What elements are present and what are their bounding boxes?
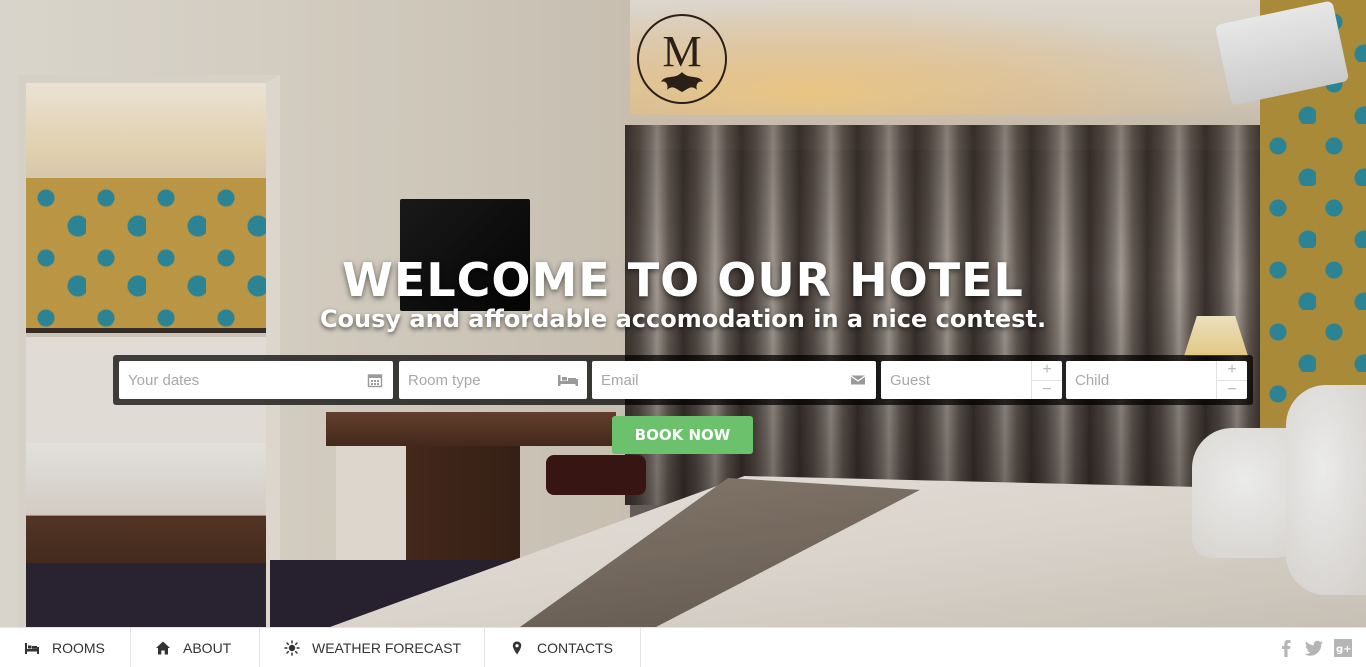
bed-icon: [558, 375, 578, 386]
dates-input[interactable]: [119, 361, 393, 399]
email-input[interactable]: [592, 361, 876, 399]
room-type-field: [399, 361, 587, 399]
sun-icon: [284, 640, 300, 656]
child-stepper: + −: [1216, 361, 1247, 399]
svg-text:g+: g+: [1336, 644, 1352, 655]
nav-item-about[interactable]: ABOUT: [131, 628, 260, 667]
nav-item-label: WEATHER FORECAST: [312, 640, 462, 656]
page-subtitle: Cousy and affordable accomodation in a n…: [319, 305, 1047, 333]
booking-form: + − + −: [113, 355, 1253, 405]
bed-icon: [25, 643, 39, 654]
child-field: + −: [1066, 361, 1247, 399]
nav-item-rooms[interactable]: ROOMS: [0, 628, 131, 667]
nav-item-label: ABOUT: [183, 640, 232, 656]
nav-item-label: CONTACTS: [537, 640, 613, 656]
envelope-icon: [850, 375, 866, 385]
guest-minus-button[interactable]: −: [1032, 380, 1062, 399]
child-minus-button[interactable]: −: [1217, 380, 1247, 399]
guest-plus-button[interactable]: +: [1032, 361, 1062, 380]
page-title: WELCOME TO OUR HOTEL: [342, 253, 1024, 307]
twitter-icon[interactable]: [1304, 638, 1324, 658]
bottom-navigation: ROOMS ABOUT WEATHER FORECAST CONTACTS g+: [0, 627, 1366, 667]
home-icon: [156, 641, 170, 655]
logo-flourish-icon: [661, 72, 703, 92]
email-field: [592, 361, 876, 399]
nav-item-weather-forecast[interactable]: WEATHER FORECAST: [260, 628, 485, 667]
guest-stepper: + −: [1031, 361, 1062, 399]
guest-field: + −: [881, 361, 1062, 399]
book-now-button[interactable]: BOOK NOW: [612, 416, 753, 454]
facebook-icon[interactable]: [1276, 638, 1296, 658]
calendar-icon[interactable]: [367, 372, 383, 388]
map-marker-icon: [512, 641, 522, 655]
nav-item-contacts[interactable]: CONTACTS: [485, 628, 641, 667]
dates-field: [119, 361, 393, 399]
child-plus-button[interactable]: +: [1217, 361, 1247, 380]
nav-item-label: ROOMS: [52, 640, 105, 656]
hotel-logo[interactable]: M: [637, 14, 727, 104]
google-plus-icon[interactable]: g+: [1333, 638, 1353, 658]
